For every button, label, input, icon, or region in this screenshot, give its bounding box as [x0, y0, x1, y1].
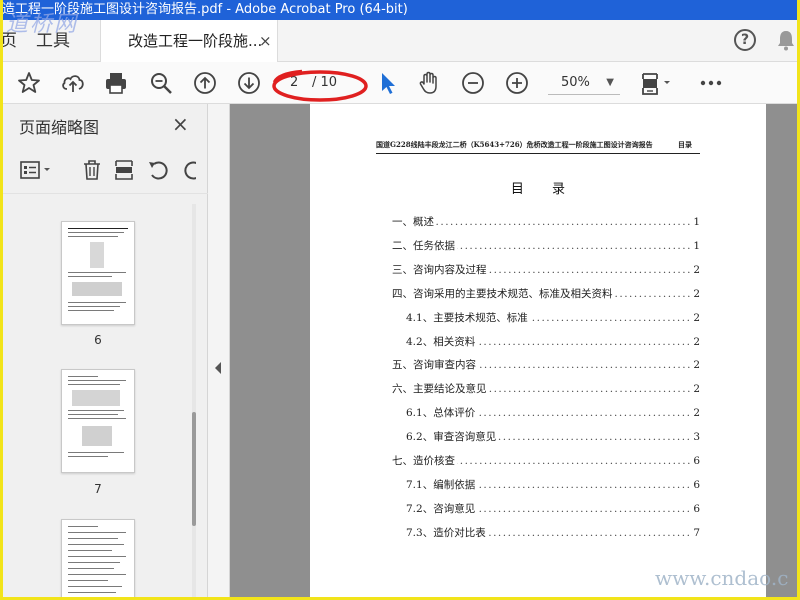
- page-header: 国道G228线陆丰段龙江二桥（K5643+726）危桥改造工程一阶段施工图设计咨…: [376, 137, 700, 154]
- thumbnail-label: 6: [94, 333, 102, 347]
- thumbnail-list: 6 7: [0, 196, 196, 600]
- page-thumbnail[interactable]: [61, 221, 135, 325]
- page-up-icon[interactable]: [192, 70, 218, 96]
- toc-entry[interactable]: ........................................…: [392, 453, 700, 469]
- toc-entry-label: 三、咨询内容及过程: [392, 261, 489, 278]
- bell-icon[interactable]: [776, 29, 796, 51]
- toc-entry[interactable]: ........................................…: [392, 357, 700, 374]
- toc-entry-label: 4.2、相关资料: [406, 333, 478, 350]
- panel-collapse-strip[interactable]: [208, 104, 230, 600]
- page-header-section: 目录: [678, 140, 692, 149]
- toc-entry[interactable]: ........................................…: [392, 381, 700, 398]
- toc-entry[interactable]: ........................................…: [406, 333, 700, 350]
- toc-entry-label: 四、咨询采用的主要技术规范、标准及相关资料: [392, 285, 615, 302]
- upload-icon[interactable]: [60, 70, 86, 96]
- page-down-icon[interactable]: [236, 70, 262, 96]
- rotate-ccw-icon[interactable]: [146, 158, 170, 182]
- more-icon[interactable]: [698, 70, 724, 96]
- toc-entry-page: 1: [691, 214, 700, 230]
- toc-entry-label: 五、咨询审查内容: [392, 357, 478, 374]
- zoom-out-icon[interactable]: [460, 70, 486, 96]
- toc-entry-page: 2: [691, 405, 700, 422]
- toc-entry-label: 6.1、总体评价: [406, 405, 478, 422]
- toc-entry-label: 7.3、造价对比表: [406, 524, 488, 541]
- toc-entry-page: 3: [691, 429, 700, 446]
- toc-entry-label: 二、任务依据: [392, 237, 457, 254]
- toc-entry-label: 六、主要结论及意见: [392, 381, 489, 398]
- toc-entry-page: 2: [691, 261, 700, 278]
- delete-icon[interactable]: [80, 158, 104, 182]
- thumbnail-options-icon[interactable]: [19, 158, 55, 182]
- toc-entry-page: 2: [691, 285, 700, 302]
- star-icon[interactable]: [16, 70, 42, 96]
- toc-leader-dots: ........................................…: [392, 216, 692, 228]
- select-cursor-icon[interactable]: [374, 70, 400, 96]
- document-tab-label: 改造工程一阶段施...: [128, 32, 263, 50]
- panel-scrollbar-thumb[interactable]: [192, 412, 196, 526]
- toc-entry-page: 7: [691, 524, 700, 541]
- toc-title: 目 录: [510, 182, 578, 197]
- toc-entry[interactable]: ........................................…: [406, 405, 700, 422]
- thumbnails-panel: 页面缩略图 × 6 7: [0, 104, 208, 600]
- help-icon[interactable]: ?: [734, 29, 756, 51]
- toc-entry[interactable]: ........................................…: [392, 237, 700, 254]
- toc-entry[interactable]: ........................................…: [406, 524, 700, 541]
- pdf-page: 国道G228线陆丰段龙江二桥（K5643+726）危桥改造工程一阶段施工图设计咨…: [310, 104, 766, 600]
- tab-row: 页 工具 改造工程一阶段施... × ?: [0, 20, 800, 62]
- toc-entry-page: 6: [691, 453, 700, 469]
- toc-entry-page: 2: [691, 309, 700, 326]
- page-fit-icon[interactable]: [640, 70, 676, 96]
- close-tab-icon[interactable]: ×: [259, 20, 272, 62]
- zoom-value: 50%: [561, 75, 590, 90]
- panel-toolbar: [0, 148, 208, 194]
- close-panel-icon[interactable]: ×: [172, 112, 189, 136]
- panel-title: 页面缩略图: [19, 118, 100, 137]
- toc-entry-page: 6: [691, 500, 700, 517]
- print-icon[interactable]: [103, 70, 129, 96]
- window-title-bar: 造工程一阶段施工图设计咨询报告.pdf - Adobe Acrobat Pro …: [0, 0, 800, 20]
- panel-scrollbar-track[interactable]: [192, 204, 196, 600]
- zoom-select[interactable]: 50% ▼: [548, 71, 620, 95]
- toc-entry[interactable]: ........................................…: [406, 500, 700, 517]
- toc-entry[interactable]: ........................................…: [406, 476, 700, 493]
- toc-entry-page: 2: [691, 381, 700, 398]
- toc-entry[interactable]: ........................................…: [406, 429, 700, 446]
- hand-icon[interactable]: [416, 70, 442, 96]
- watermark-logo: 道桥网: [6, 12, 79, 37]
- toc-entry[interactable]: ........................................…: [392, 261, 700, 278]
- toc-entry-label: 一、概述: [392, 214, 436, 230]
- crop-icon[interactable]: [112, 158, 136, 182]
- page-thumbnail[interactable]: [61, 519, 135, 600]
- toc-entry-label: 7.1、编制依据: [406, 476, 478, 493]
- rotate-cw-icon[interactable]: [182, 158, 196, 182]
- document-viewport[interactable]: 国道G228线陆丰段龙江二桥（K5643+726）危桥改造工程一阶段施工图设计咨…: [230, 104, 800, 600]
- toc-entry-label: 7.2、咨询意见: [406, 500, 478, 517]
- toc-entry[interactable]: ........................................…: [406, 309, 700, 326]
- main-toolbar: 2 / 10 50% ▼: [0, 62, 800, 104]
- toc-entry[interactable]: ........................................…: [392, 214, 700, 230]
- page-thumbnail[interactable]: [61, 369, 135, 473]
- toc-entry-page: 1: [691, 237, 700, 254]
- toc-entry[interactable]: ........................................…: [392, 285, 700, 302]
- chevron-down-icon: ▼: [606, 77, 614, 88]
- page-header-title: 国道G228线陆丰段龙江二桥（K5643+726）危桥改造工程一阶段施工图设计咨…: [376, 140, 653, 149]
- toc-entry-page: 6: [691, 476, 700, 493]
- zoom-in-icon[interactable]: [504, 70, 530, 96]
- toc-entry-page: 2: [691, 333, 700, 350]
- toc-entry-label: 6.2、审查咨询意见: [406, 429, 499, 446]
- search-zoom-icon[interactable]: [148, 70, 174, 96]
- toc-entry-page: 2: [691, 357, 700, 374]
- document-tab[interactable]: 改造工程一阶段施... ×: [100, 20, 278, 62]
- annotation-ellipse: [272, 69, 368, 102]
- toc-entry-label: 七、造价核查: [392, 453, 457, 469]
- watermark-url: www.cndao.c: [655, 566, 789, 590]
- thumbnail-label: 7: [94, 482, 102, 496]
- collapse-arrow-icon[interactable]: [215, 362, 221, 374]
- toc-entry-label: 4.1、主要技术规范、标准: [406, 309, 530, 326]
